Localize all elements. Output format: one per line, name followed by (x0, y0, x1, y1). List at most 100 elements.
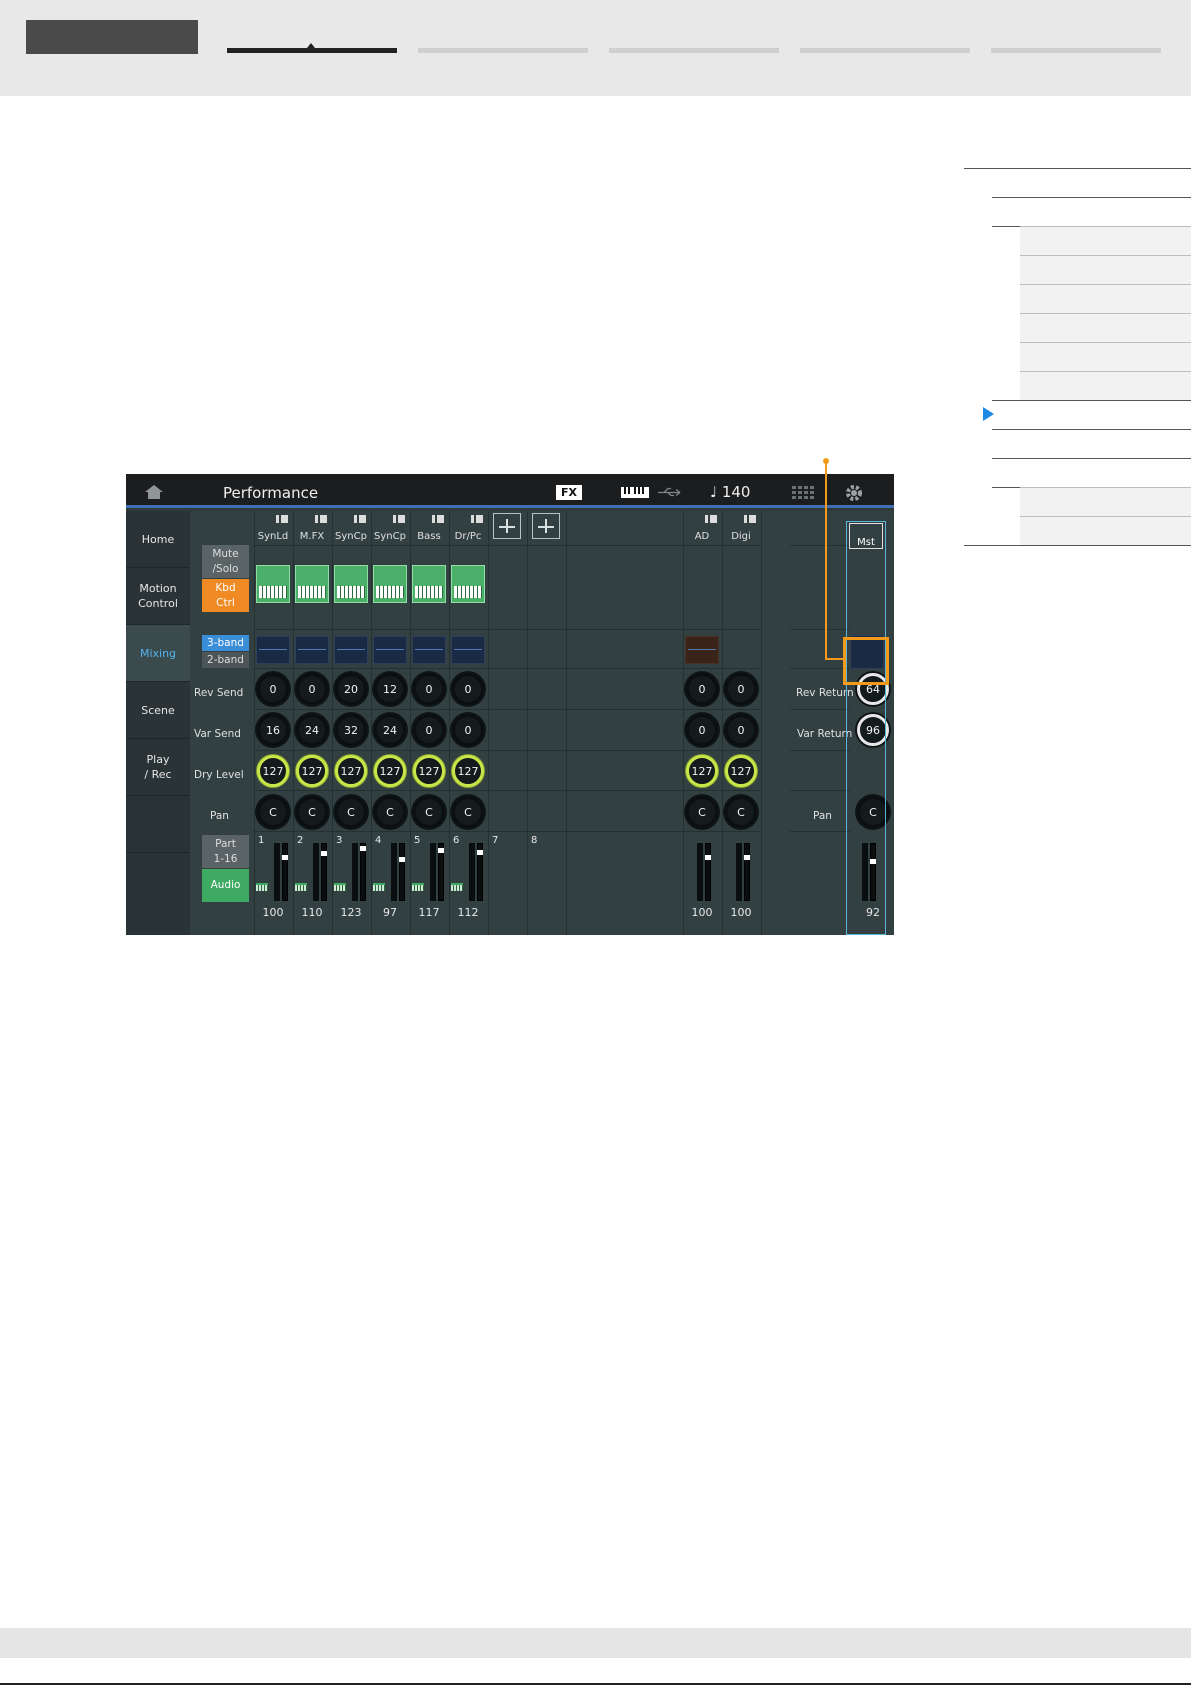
pan-knob[interactable]: C (257, 796, 289, 828)
dry-level-knob[interactable]: 127 (413, 755, 445, 787)
audio-dry-level-knob[interactable]: 127 (686, 755, 718, 787)
toc-item[interactable] (964, 168, 1191, 197)
add-part-button[interactable] (532, 513, 560, 539)
var-send-knob[interactable]: 0 (452, 714, 484, 746)
fader-cap[interactable] (477, 850, 483, 855)
var-send-knob[interactable]: 16 (257, 714, 289, 746)
toc-subitem[interactable] (1020, 516, 1191, 545)
toc-subitem[interactable] (1020, 255, 1191, 284)
volume-fader[interactable] (282, 843, 288, 901)
keyboard-control-toggle[interactable] (451, 565, 485, 603)
volume-fader[interactable] (360, 843, 366, 901)
audio-eq-display[interactable] (685, 636, 719, 664)
nav-play-rec[interactable]: Play / Rec (126, 739, 190, 796)
part-eq-display[interactable] (373, 636, 407, 664)
part-range-button[interactable]: Part 1-16 (202, 835, 249, 868)
pan-knob[interactable]: C (374, 796, 406, 828)
rev-send-knob[interactable]: 12 (374, 673, 406, 705)
rev-send-knob[interactable]: 0 (452, 673, 484, 705)
two-band-button[interactable]: 2-band (202, 652, 249, 668)
chapter-tab-3[interactable] (609, 48, 779, 53)
dry-level-knob[interactable]: 127 (335, 755, 367, 787)
toc-subitem[interactable] (1020, 313, 1191, 342)
part-name[interactable]: SynCp (371, 531, 409, 542)
mute-solo-button[interactable]: Mute /Solo (202, 545, 249, 578)
nav-mixing[interactable]: Mixing (126, 625, 190, 682)
var-send-knob[interactable]: 24 (296, 714, 328, 746)
chapter-tab-2[interactable] (418, 48, 588, 53)
volume-fader[interactable] (438, 843, 444, 901)
keyboard-control-toggle[interactable] (334, 565, 368, 603)
part-name[interactable]: Bass (410, 531, 448, 542)
dry-level-knob[interactable]: 127 (296, 755, 328, 787)
keyboard-control-toggle[interactable] (256, 565, 290, 603)
part-eq-display[interactable] (295, 636, 329, 664)
audio-var-send-knob[interactable]: 0 (725, 714, 757, 746)
toc-subitem[interactable] (1020, 226, 1191, 255)
volume-fader[interactable] (705, 843, 711, 901)
keyboard-control-toggle[interactable] (412, 565, 446, 603)
toc-item-current[interactable] (983, 400, 1191, 429)
fader-cap[interactable] (360, 846, 366, 851)
fx-badge[interactable]: FX (556, 485, 582, 500)
toc-item[interactable] (992, 458, 1191, 487)
dry-level-knob[interactable]: 127 (452, 755, 484, 787)
audio-part-name[interactable]: AD (683, 531, 721, 542)
audio-dry-level-knob[interactable]: 127 (725, 755, 757, 787)
audio-button[interactable]: Audio (202, 869, 249, 902)
chapter-tab-5[interactable] (991, 48, 1161, 53)
keyboard-control-toggle[interactable] (295, 565, 329, 603)
toc-subitem[interactable] (1020, 371, 1191, 400)
volume-fader[interactable] (399, 843, 405, 901)
volume-fader[interactable] (477, 843, 483, 901)
keyboard-control-toggle[interactable] (373, 565, 407, 603)
part-name[interactable]: SynLd (254, 531, 292, 542)
var-send-knob[interactable]: 32 (335, 714, 367, 746)
fader-cap[interactable] (705, 855, 711, 860)
fader-cap[interactable] (438, 848, 444, 853)
toc-subitem[interactable] (1020, 284, 1191, 313)
dry-level-knob[interactable]: 127 (257, 755, 289, 787)
audio-pan-knob[interactable]: C (725, 796, 757, 828)
audio-rev-send-knob[interactable]: 0 (725, 673, 757, 705)
var-send-knob[interactable]: 24 (374, 714, 406, 746)
dry-level-knob[interactable]: 127 (374, 755, 406, 787)
kbd-ctrl-button[interactable]: Kbd Ctrl (202, 579, 249, 612)
part-eq-display[interactable] (451, 636, 485, 664)
var-send-knob[interactable]: 0 (413, 714, 445, 746)
part-eq-display[interactable] (334, 636, 368, 664)
toc-subitem[interactable] (1020, 487, 1191, 516)
rev-send-knob[interactable]: 20 (335, 673, 367, 705)
pan-knob[interactable]: C (452, 796, 484, 828)
master-part-label[interactable]: Mst (849, 523, 883, 549)
audio-rev-send-knob[interactable]: 0 (686, 673, 718, 705)
nav-home[interactable]: Home (126, 511, 190, 568)
audio-part-name[interactable]: Digi (722, 531, 760, 542)
fader-cap[interactable] (744, 855, 750, 860)
rev-send-knob[interactable]: 0 (413, 673, 445, 705)
part-eq-display[interactable] (412, 636, 446, 664)
pan-knob[interactable]: C (335, 796, 367, 828)
pan-knob[interactable]: C (413, 796, 445, 828)
part-eq-display[interactable] (256, 636, 290, 664)
add-part-button[interactable] (493, 513, 521, 539)
chapter-tab-4[interactable] (800, 48, 970, 53)
fader-cap[interactable] (282, 855, 288, 860)
rev-send-knob[interactable]: 0 (296, 673, 328, 705)
toc-subitem[interactable] (1020, 342, 1191, 371)
chapter-tab-1[interactable] (227, 43, 397, 53)
tempo-display[interactable]: ♩ 140 (710, 483, 750, 501)
toc-item[interactable] (992, 197, 1191, 226)
grid-view-icon[interactable] (792, 486, 814, 500)
part-name[interactable]: SynCp (332, 531, 370, 542)
pan-knob[interactable]: C (296, 796, 328, 828)
rev-send-knob[interactable]: 0 (257, 673, 289, 705)
audio-pan-knob[interactable]: C (686, 796, 718, 828)
part-name[interactable]: Dr/Pc (449, 531, 487, 542)
part-name[interactable]: M.FX (293, 531, 331, 542)
gear-icon[interactable] (844, 483, 864, 503)
volume-fader[interactable] (321, 843, 327, 901)
nav-motion-control[interactable]: Motion Control (126, 568, 190, 625)
home-icon[interactable] (144, 484, 164, 500)
volume-fader[interactable] (744, 843, 750, 901)
